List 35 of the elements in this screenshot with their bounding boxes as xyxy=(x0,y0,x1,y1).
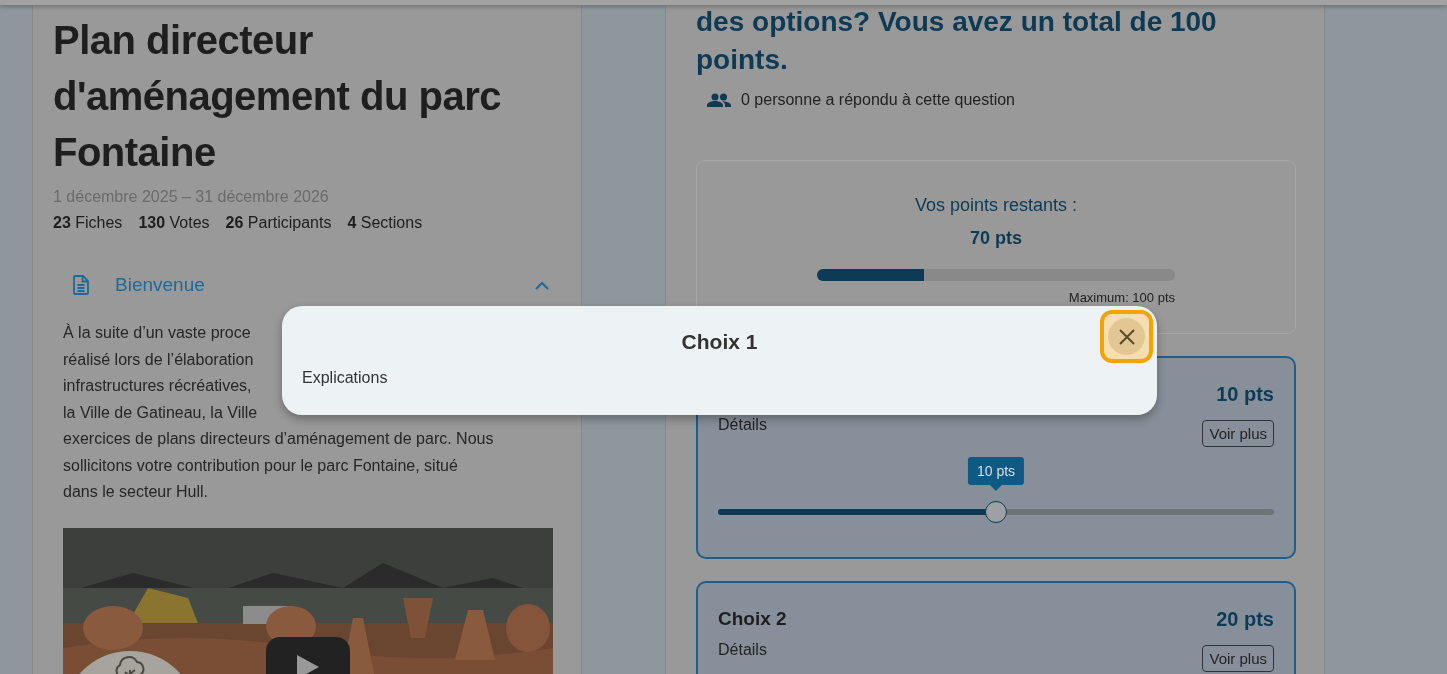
question-title: des options? Vous avez un total de 100 xyxy=(696,5,1217,39)
modal-title: Choix 1 xyxy=(681,329,758,355)
see-more-button[interactable]: Voir plus xyxy=(1202,420,1274,447)
choice-details: Détails xyxy=(718,641,767,659)
paragraph-line: infrastructures récréatives, xyxy=(63,376,252,396)
stat-text: 23 Fiches xyxy=(53,214,123,232)
paragraph-line: sollicitons votre contribution pour le parc Fontaine, situé xyxy=(63,455,458,476)
points-slider[interactable] xyxy=(718,501,1274,523)
respondent-count: 0 personne a répondu à cette question xyxy=(741,91,1015,109)
paragraph-line: exercices de plans directeurs d’aménagement de parc. Nous xyxy=(63,429,494,449)
paragraph-line: la Ville de Gatineau, la Ville xyxy=(63,402,258,423)
choice-points: 20 pts xyxy=(1216,607,1274,631)
paragraph-line: À la suite d’un vaste proce xyxy=(63,322,251,343)
paragraph-line: réalisé lors de l’élaboration xyxy=(63,349,254,370)
choice-points: 10 pts xyxy=(1216,382,1274,406)
people-icon xyxy=(707,93,731,107)
points-label: Vos points restants : xyxy=(914,195,1078,216)
value-tooltip: 10 pts xyxy=(967,457,1025,491)
close-icon xyxy=(1118,328,1135,345)
stat-text: 130 Votes xyxy=(138,214,210,232)
page-title: Plan directeur d'aménagement du parc Fontaine xyxy=(53,17,502,176)
points-remaining: 70 pts xyxy=(970,228,1022,249)
points-maximum: Maximum: 100 pts xyxy=(1067,290,1175,305)
close-button[interactable] xyxy=(1100,310,1153,363)
stat-text: 26 Participants xyxy=(225,214,332,232)
slider-handle[interactable] xyxy=(985,501,1007,523)
choice-details: Détails xyxy=(718,416,767,434)
play-icon xyxy=(297,654,319,674)
question-title: points. xyxy=(696,43,788,77)
document-icon xyxy=(73,275,89,295)
paragraph-line: dans le secteur Hull. xyxy=(63,482,208,502)
see-more-button[interactable]: Voir plus xyxy=(1202,645,1274,672)
choice-title: Choix 2 xyxy=(718,608,787,630)
modal-text: Explications xyxy=(302,369,388,387)
stat-text: 4 Sections xyxy=(347,214,423,232)
